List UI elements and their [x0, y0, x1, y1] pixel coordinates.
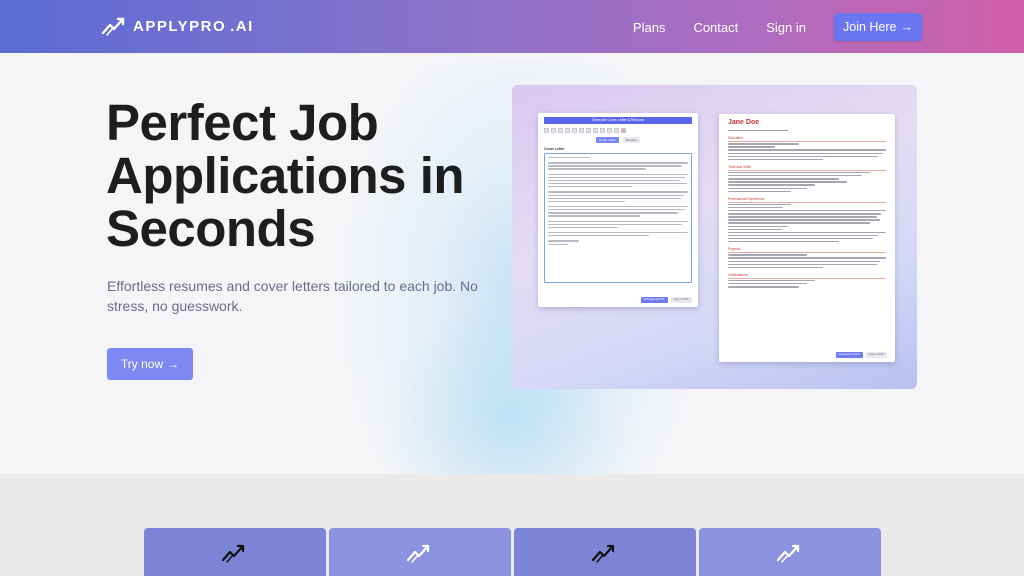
resume-preview: Jane Doe Education Technical Skills Prof… — [719, 114, 895, 362]
feature-cards — [144, 528, 881, 576]
tab-resume: Resume — [622, 137, 640, 143]
nav-contact[interactable]: Contact — [693, 20, 738, 35]
resume-name: Jane Doe — [728, 119, 760, 126]
hero-subtitle: Effortless resumes and cover letters tai… — [107, 278, 478, 314]
download-pdf-button: Download as PDF — [640, 297, 668, 303]
nav-sign-in[interactable]: Sign in — [766, 20, 806, 35]
arrow-right-icon: → — [167, 357, 180, 371]
cover-letter-actions: Download as PDF Copy to DOC — [640, 297, 692, 303]
try-now-button[interactable]: Try now → — [107, 348, 193, 380]
tab-cover-letter: Cover Letter — [596, 137, 619, 143]
feature-card — [144, 528, 326, 576]
generator-header: Generate Cover Letter & Resume — [544, 117, 692, 124]
document-tabs: Cover Letter Resume — [538, 137, 698, 143]
site-header: APPLYPRO .AI Plans Contact Sign in Join H… — [0, 0, 1024, 53]
cover-letter-text — [544, 153, 692, 283]
resume-download-pdf-button: Download as PDF — [835, 352, 863, 358]
resume-actions: Download as PDF Copy to DOC — [835, 352, 887, 358]
trend-logo-icon — [221, 544, 245, 563]
hero-title: Perfect Job Applications in Seconds — [106, 94, 465, 257]
resume-section-experience: Professional Experience — [728, 197, 886, 203]
copy-doc-button: Copy to DOC — [670, 297, 692, 303]
main-nav: Plans Contact Sign in Join Here → — [605, 13, 922, 41]
cover-letter-label: Cover Letter — [544, 147, 565, 151]
trend-logo-icon — [101, 17, 125, 36]
arrow-right-icon: → — [900, 20, 914, 34]
resume-section-certifications: Certifications — [728, 273, 886, 280]
resume-section-skills: Technical Skills — [728, 165, 886, 172]
feature-card — [329, 528, 511, 576]
try-now-label: Try now — [120, 357, 164, 371]
feature-card — [699, 528, 881, 576]
resume-section-projects: Projects — [728, 247, 886, 254]
resume-contact — [728, 130, 788, 132]
feature-card — [514, 528, 696, 576]
product-preview: Generate Cover Letter & Resume Cover Let… — [512, 85, 917, 389]
join-here-label: Join Here — [843, 20, 897, 34]
trend-logo-icon — [776, 544, 800, 563]
cover-letter-preview: Generate Cover Letter & Resume Cover Let… — [538, 113, 698, 307]
trend-logo-icon — [591, 544, 615, 563]
resume-copy-doc-button: Copy to DOC — [865, 352, 887, 358]
logo-text-ai: .AI — [230, 17, 254, 35]
trend-logo-icon — [406, 544, 430, 563]
join-here-button[interactable]: Join Here → — [834, 13, 922, 41]
resume-section-education: Education — [728, 136, 886, 143]
editor-toolbar — [544, 128, 692, 133]
logo-text-main: APPLYPRO — [133, 17, 227, 35]
brand-logo[interactable]: APPLYPRO .AI — [101, 15, 254, 37]
nav-plans[interactable]: Plans — [633, 20, 666, 35]
